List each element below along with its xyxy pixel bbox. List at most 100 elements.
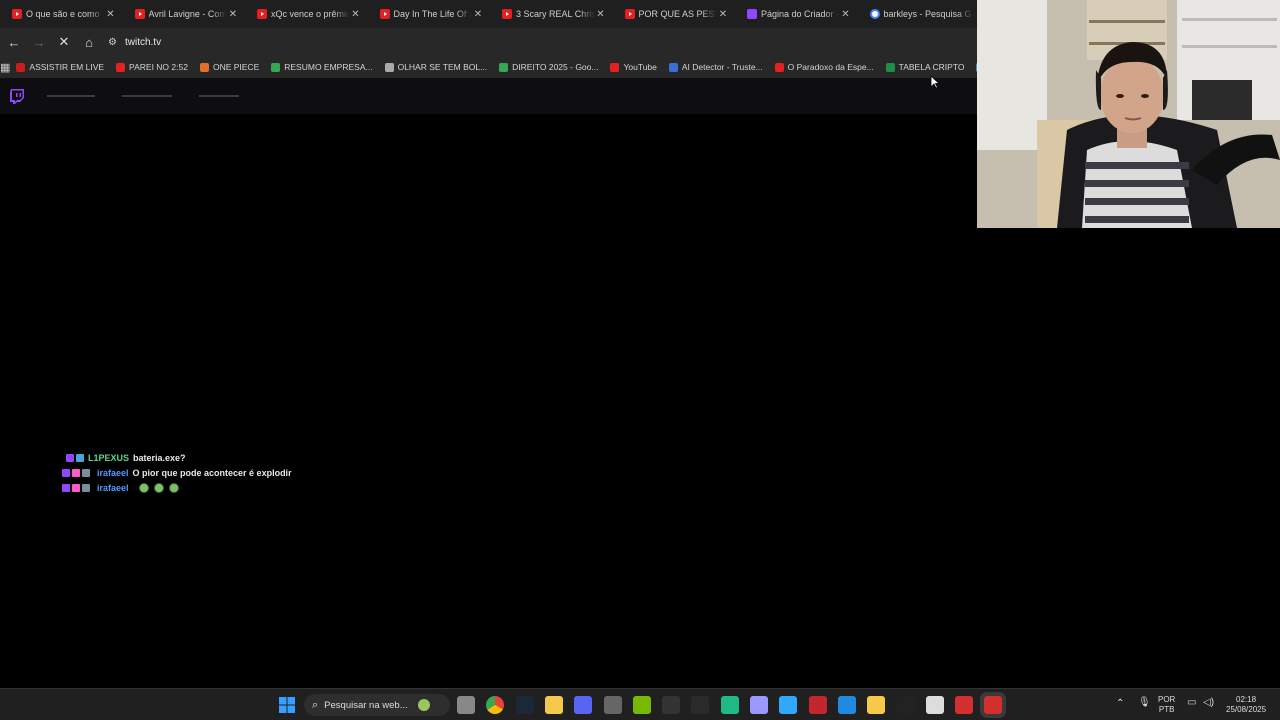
bookmark-label: ASSISTIR EM LIVE [29,62,105,72]
steam-icon[interactable] [515,696,534,714]
home-button[interactable]: ⌂ [78,31,100,53]
google-icon [869,9,880,19]
nvidia-icon[interactable] [632,696,651,714]
discord-icon[interactable] [574,696,593,714]
chat-text: O pior que pode acontecer é explodir [132,467,292,478]
lang-top: POR [1158,695,1176,704]
chrome-icon[interactable] [486,696,505,714]
close-tab-icon[interactable]: ✕ [472,9,484,20]
app2-icon[interactable] [925,696,944,714]
browser-tab[interactable]: Day In The Life Of xQ ✕ [368,0,491,28]
sub-badge-icon [62,483,70,492]
edge-icon[interactable] [837,696,856,714]
bookmark-item[interactable]: YouTube [610,62,657,72]
close-tab-icon[interactable]: ✕ [227,9,239,20]
nav-skeleton-1 [47,95,95,97]
twitch-logo-icon[interactable] [9,88,25,104]
badge-icon [82,468,90,477]
close-tab-icon[interactable]: ✕ [595,9,607,20]
stop-loading-button[interactable]: ✕ [53,31,75,53]
language-indicator[interactable]: POR PTB [1158,695,1175,715]
photoshop-icon[interactable] [779,696,798,714]
clock-date: 25/08/2025 [1226,705,1267,714]
bookmark-item[interactable]: AI Detector - Truste... [668,62,763,72]
address-bar[interactable]: ⚙ twitch.tv [108,31,161,53]
sub-badge-icon [62,468,70,477]
bookmark-favicon-icon [774,62,784,72]
tab-title: Day In The Life Of xQ [393,9,473,19]
chat-username: L1PEXUS [88,452,130,463]
bookmark-favicon-icon [199,62,209,72]
youtube-icon [502,9,512,19]
bookmark-item[interactable]: OLHAR SE TEM BOL... [384,62,487,72]
capcut-active-icon[interactable] [980,692,1007,718]
bookmark-item[interactable]: PAREI NO 2:52 [116,62,188,72]
bookmark-item[interactable]: O Paradoxo da Espe... [774,62,874,72]
volume-icon[interactable]: ◁) [1203,698,1214,708]
chat-overlay: L1PEXUS bateria.exe? irafaeel O pior que… [62,450,292,495]
site-info-icon[interactable]: ⚙ [108,37,117,48]
bookmark-label: RESUMO EMPRESA... [284,62,373,72]
twitch-icon [747,9,757,19]
browser-tab[interactable]: barkleys - Pesquisa G [858,0,981,28]
badge-icon [82,483,90,492]
browser-tab[interactable]: Página do Criador - T ✕ [735,0,858,28]
close-tab-icon[interactable]: ✕ [350,9,362,20]
bookmark-favicon-icon [271,62,281,72]
network-icon[interactable]: ▭ [1187,698,1196,708]
tab-title: 3 Scary REAL Christm [516,9,595,19]
bookmark-item[interactable]: ONE PIECE [199,62,259,72]
browser-tab[interactable]: 3 Scary REAL Christm✕ [490,0,613,28]
gx-icon[interactable] [691,696,710,714]
twitch-topnav [0,78,980,114]
tray-overflow-icon[interactable]: ⌃ [1116,699,1124,709]
browser-tab[interactable]: Avril Lavigne - Compil✕ [123,0,246,28]
tab-title: POR QUE AS PESSOAS [638,9,718,19]
premiere-icon[interactable] [750,696,768,714]
chat-message: irafaeel O pior que pode acontecer é exp… [62,465,292,480]
back-button[interactable]: ← [3,31,25,53]
mail-icon[interactable] [896,696,915,714]
close-tab-icon[interactable]: ✕ [840,9,852,20]
bookmark-item[interactable]: RESUMO EMPRESA... [271,62,373,72]
browser-tab[interactable]: xQc vence o prêmio d✕ [245,0,368,28]
taskbar-search[interactable]: ⌕ Pesquisar na web... [304,694,450,716]
browser-tab[interactable]: POR QUE AS PESSOAS✕ [613,0,736,28]
bookmark-item[interactable]: TABELA CRIPTO [885,62,965,72]
apps-grid-icon[interactable]: ▦ [0,61,10,74]
file-explorer-icon[interactable] [544,696,563,714]
emote-icon [168,482,179,493]
tab-title: Página do Criador - T [761,9,840,19]
bookmark-item[interactable]: ASSISTIR EM LIVE [16,62,104,72]
forward-button[interactable]: → [28,31,50,53]
chat-text: bateria.exe? [133,452,186,463]
heart-badge-icon [72,468,80,477]
browser-tab[interactable]: O que são e como ✕ [0,0,123,28]
close-tab-icon[interactable]: ✕ [717,9,729,20]
tab-title: barkleys - Pesquisa G [883,9,972,19]
bookmark-label: PAREI NO 2:52 [129,62,188,72]
epic-games-icon[interactable] [662,696,681,714]
windows-start-icon[interactable] [279,697,295,713]
badge-icon [76,453,84,462]
bookmark-favicon-icon [499,62,509,72]
app-icon[interactable] [720,696,739,714]
rockstar-icon[interactable] [867,696,886,714]
bookmark-label: DIREITO 2025 - Goo... [512,62,599,72]
sub-badge-icon [66,453,74,462]
valorant-icon[interactable] [808,696,827,714]
capcut-icon[interactable] [955,696,974,714]
address-text[interactable]: twitch.tv [125,37,161,48]
search-placeholder: Pesquisar na web... [324,699,408,711]
bookmark-item[interactable]: DIREITO 2025 - Goo... [499,62,598,72]
taskview-icon[interactable] [457,696,475,714]
bookmark-favicon-icon [16,62,26,72]
obs-icon[interactable] [603,696,622,714]
close-tab-icon[interactable]: ✕ [105,9,117,20]
clock[interactable]: 02:18 25/08/2025 [1226,695,1266,715]
nav-skeleton-2 [122,95,172,97]
microphone-icon[interactable]: 🎙 [1138,698,1151,708]
emote-icon [138,482,149,493]
search-highlight-icon [417,699,430,711]
bookmark-label: TABELA CRIPTO [898,62,965,72]
